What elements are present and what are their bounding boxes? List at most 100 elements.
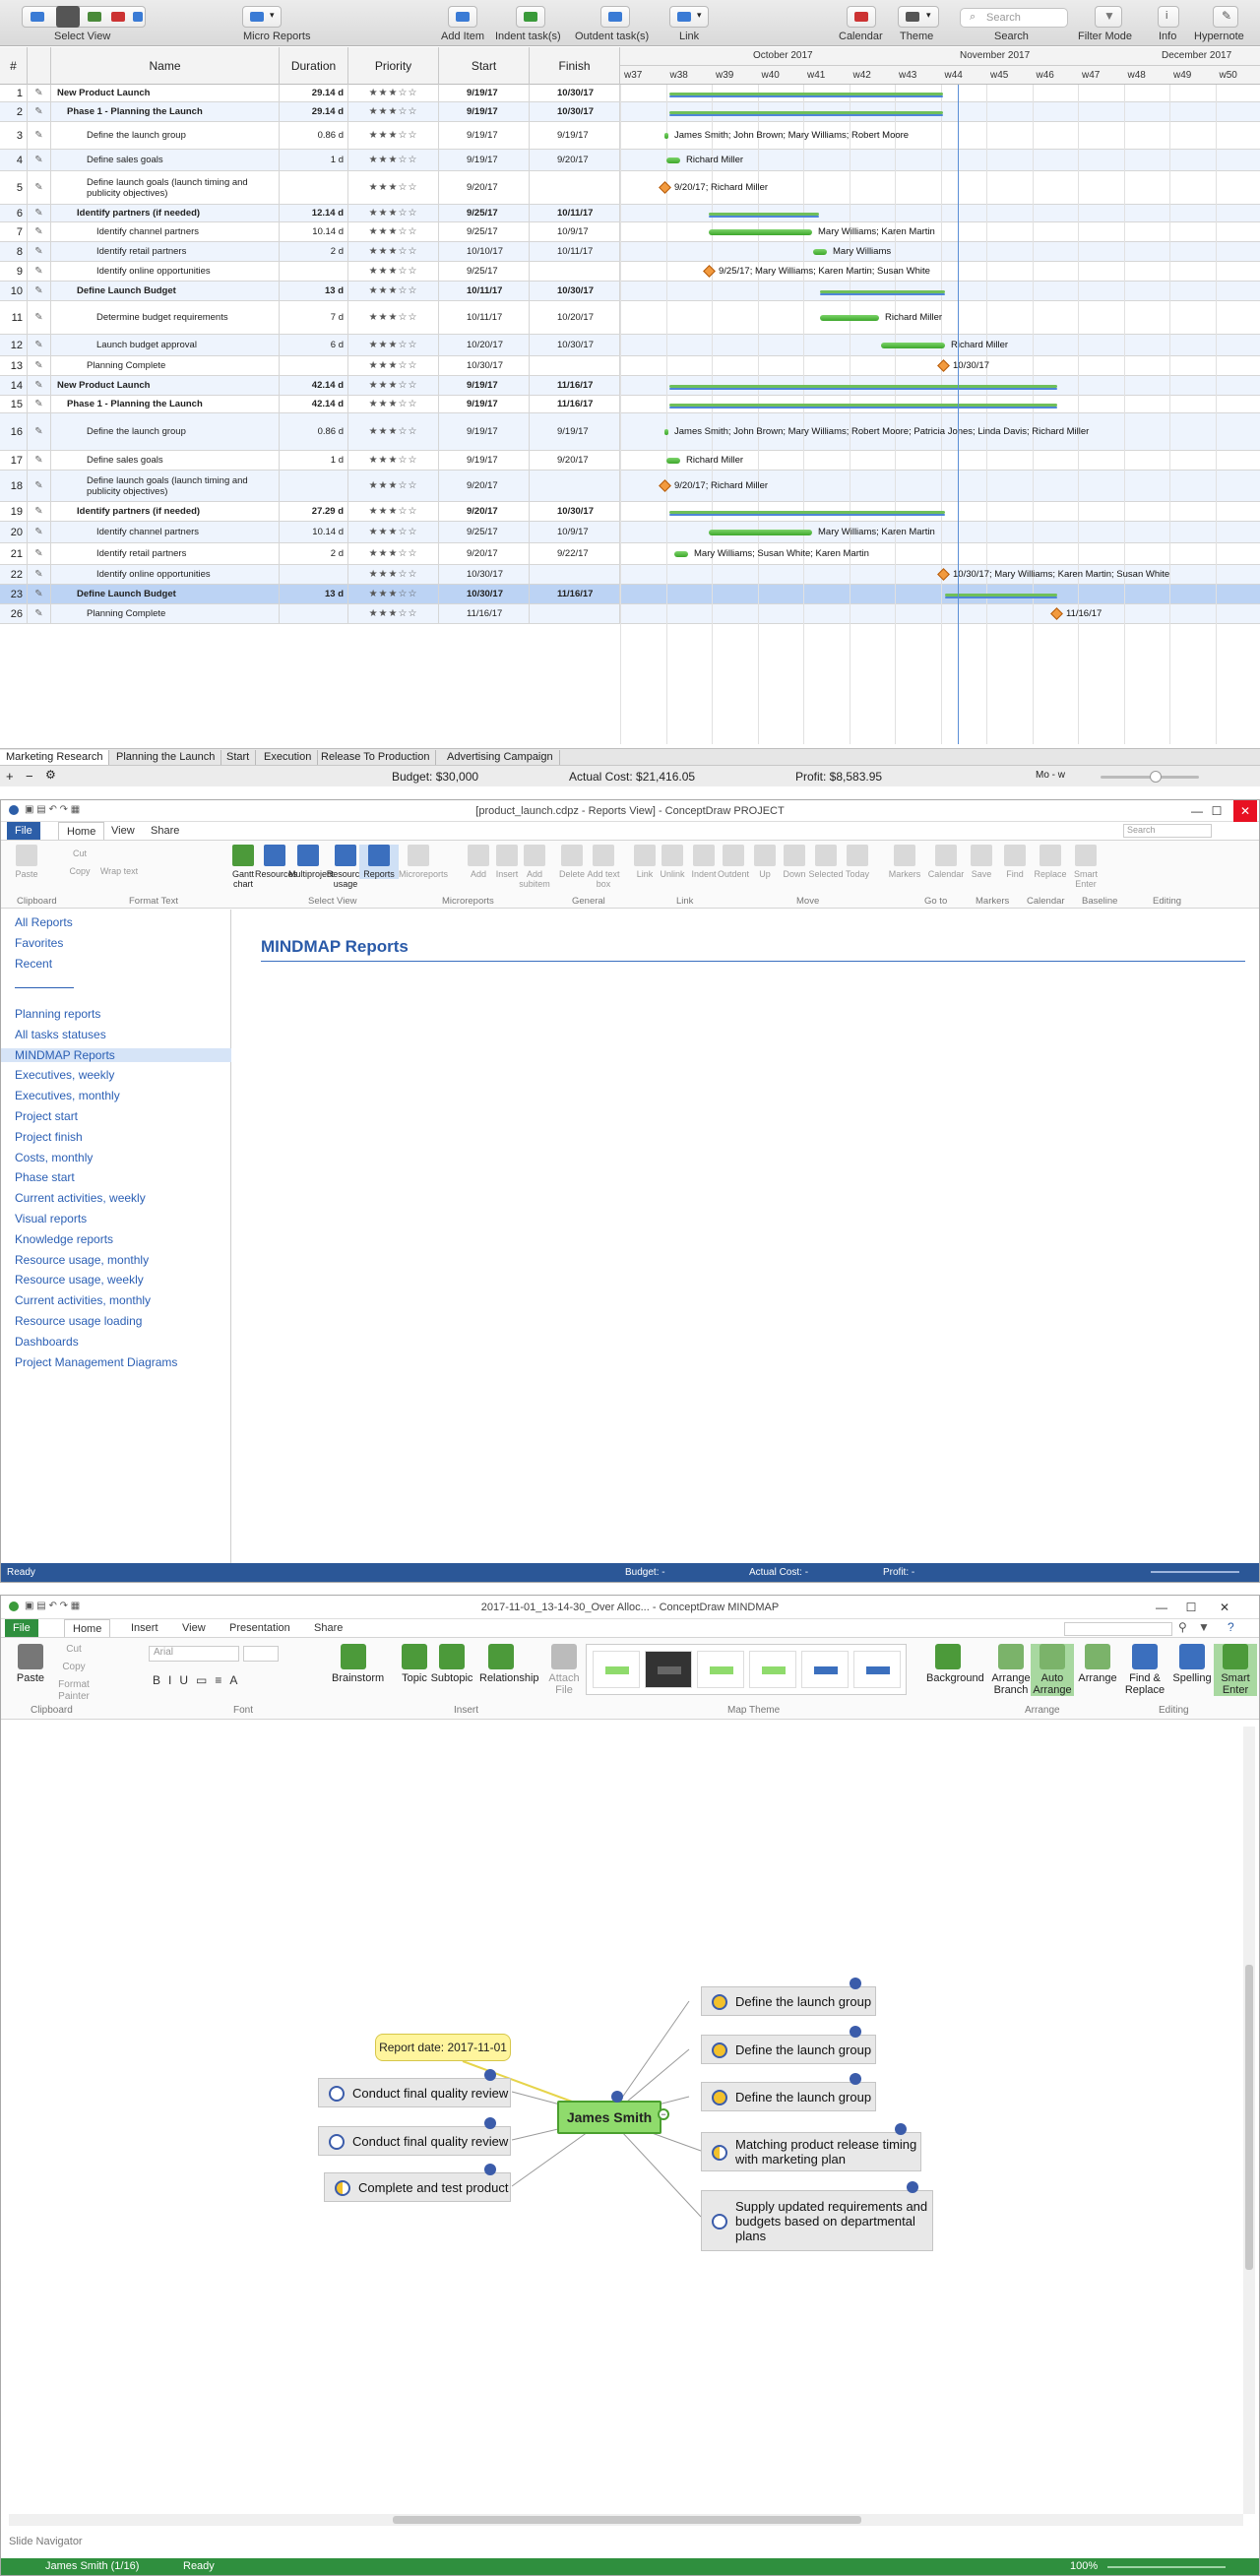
ribbon-button[interactable]: Relationship: [479, 1644, 539, 1684]
task-bar[interactable]: [666, 458, 680, 464]
task-priority-stars[interactable]: ★★★☆☆: [348, 585, 439, 603]
maximize-button[interactable]: ☐: [1182, 1597, 1200, 1618]
sidebar-item[interactable]: Recent: [15, 957, 52, 971]
milestone-marker[interactable]: [937, 359, 950, 372]
task-priority-stars[interactable]: ★★★☆☆: [348, 413, 439, 450]
task-duration[interactable]: [280, 262, 348, 281]
task-start[interactable]: 9/20/17: [439, 171, 530, 204]
note-icon[interactable]: ✎: [28, 262, 51, 281]
sheet-tab[interactable]: Advertising Campaign: [441, 750, 560, 765]
col-number[interactable]: #: [0, 47, 28, 85]
task-name[interactable]: Define sales goals: [51, 451, 280, 470]
task-name[interactable]: New Product Launch: [51, 85, 280, 101]
task-duration[interactable]: [280, 171, 348, 204]
sidebar-item[interactable]: Current activities, weekly: [15, 1191, 146, 1205]
note-icon[interactable]: ✎: [28, 356, 51, 375]
note-icon[interactable]: ✎: [28, 522, 51, 542]
task-priority-stars[interactable]: ★★★☆☆: [348, 356, 439, 375]
task-start[interactable]: 9/19/17: [439, 376, 530, 395]
task-start[interactable]: 10/30/17: [439, 356, 530, 375]
task-finish[interactable]: 9/20/17: [530, 451, 620, 470]
task-finish[interactable]: 9/22/17: [530, 543, 620, 564]
task-start[interactable]: 9/25/17: [439, 222, 530, 241]
ribbon-button[interactable]: Replace: [1031, 845, 1070, 879]
tab-presentation[interactable]: Presentation: [221, 1619, 298, 1637]
vertical-scrollbar-thumb[interactable]: [1245, 1965, 1253, 2270]
note-icon[interactable]: ✎: [28, 471, 51, 501]
task-finish[interactable]: 10/30/17: [530, 102, 620, 121]
note-icon[interactable]: ✎: [28, 396, 51, 412]
map-theme-option[interactable]: [697, 1651, 744, 1688]
topic-node[interactable]: Define the launch group: [701, 2073, 876, 2111]
horizontal-scrollbar-thumb[interactable]: [393, 2516, 861, 2524]
task-priority-stars[interactable]: ★★★☆☆: [348, 502, 439, 521]
task-name[interactable]: Phase 1 - Planning the Launch: [51, 396, 280, 412]
task-start[interactable]: 9/20/17: [439, 471, 530, 501]
ribbon-button[interactable]: Arrange: [1076, 1644, 1119, 1684]
sidebar-item[interactable]: Dashboards: [15, 1335, 79, 1349]
task-finish[interactable]: 10/20/17: [530, 301, 620, 334]
task-finish[interactable]: [530, 471, 620, 501]
task-name[interactable]: Identify online opportunities: [51, 262, 280, 281]
task-duration[interactable]: 1 d: [280, 150, 348, 170]
map-theme-option[interactable]: [853, 1651, 901, 1688]
gantt-chart[interactable]: James Smith; John Brown; Mary Williams; …: [620, 85, 1260, 744]
task-finish[interactable]: 9/20/17: [530, 150, 620, 170]
zoom-slider[interactable]: [1107, 2566, 1226, 2568]
map-theme-option[interactable]: [645, 1651, 692, 1688]
task-bar[interactable]: [820, 315, 879, 321]
report-date-callout[interactable]: Report date: 2017-11-01: [375, 2034, 511, 2061]
sidebar-item[interactable]: All tasks statuses: [15, 1028, 106, 1041]
zoom-unit[interactable]: Mo - w: [1036, 770, 1065, 781]
note-icon[interactable]: ✎: [28, 604, 51, 623]
task-duration[interactable]: [280, 471, 348, 501]
ribbon-button[interactable]: Reports: [359, 845, 399, 879]
task-finish[interactable]: 10/30/17: [530, 282, 620, 300]
sidebar-item[interactable]: Executives, weekly: [15, 1068, 114, 1082]
task-duration[interactable]: [280, 356, 348, 375]
task-duration[interactable]: 1 d: [280, 451, 348, 470]
sheet-tab[interactable]: Marketing Research: [0, 750, 110, 765]
task-finish[interactable]: [530, 604, 620, 623]
note-icon[interactable]: ✎: [28, 282, 51, 300]
task-start[interactable]: 9/19/17: [439, 396, 530, 412]
note-icon[interactable]: ✎: [28, 205, 51, 221]
task-name[interactable]: Identify online opportunities: [51, 565, 280, 584]
task-priority-stars[interactable]: ★★★☆☆: [348, 102, 439, 121]
note-icon[interactable]: ✎: [28, 122, 51, 149]
outdent-button[interactable]: [600, 6, 630, 28]
note-icon[interactable]: ✎: [28, 451, 51, 470]
task-name[interactable]: Define launch goals (launch timing and p…: [51, 471, 280, 501]
task-duration[interactable]: 13 d: [280, 585, 348, 603]
task-duration[interactable]: 29.14 d: [280, 102, 348, 121]
ribbon-button[interactable]: Paste: [9, 1644, 52, 1684]
task-bar[interactable]: [881, 343, 945, 348]
note-icon[interactable]: ✎: [28, 543, 51, 564]
ribbon-button[interactable]: Cut: [60, 848, 99, 858]
task-duration[interactable]: 10.14 d: [280, 222, 348, 241]
note-icon[interactable]: ✎: [28, 102, 51, 121]
task-finish[interactable]: 10/11/17: [530, 242, 620, 261]
milestone-marker[interactable]: [1050, 607, 1063, 620]
task-priority-stars[interactable]: ★★★☆☆: [348, 471, 439, 501]
ribbon-button[interactable]: Background: [926, 1644, 984, 1684]
milestone-marker[interactable]: [659, 479, 671, 492]
task-start[interactable]: 9/19/17: [439, 150, 530, 170]
ribbon-button[interactable]: Copy: [60, 866, 99, 876]
binoculars-icon[interactable]: ⚲: [1178, 1620, 1187, 1634]
ribbon-button[interactable]: Markers: [885, 845, 924, 879]
milestone-marker[interactable]: [659, 181, 671, 194]
topic-node[interactable]: Conduct final quality review: [318, 2117, 511, 2156]
task-finish[interactable]: [530, 565, 620, 584]
sidebar-item[interactable]: Project start: [15, 1109, 78, 1123]
task-priority-stars[interactable]: ★★★☆☆: [348, 376, 439, 395]
slide-navigator-label[interactable]: Slide Navigator: [9, 2536, 83, 2547]
add-sheet-button[interactable]: +: [6, 769, 14, 784]
task-bar[interactable]: [709, 229, 812, 235]
task-name[interactable]: Identify retail partners: [51, 543, 280, 564]
sidebar-item[interactable]: Project Management Diagrams: [15, 1355, 177, 1369]
note-icon[interactable]: ✎: [28, 85, 51, 101]
search-input[interactable]: Search: [1123, 824, 1212, 838]
add-item-button[interactable]: [448, 6, 477, 28]
ribbon-button[interactable]: Smart Enter: [1066, 845, 1105, 889]
